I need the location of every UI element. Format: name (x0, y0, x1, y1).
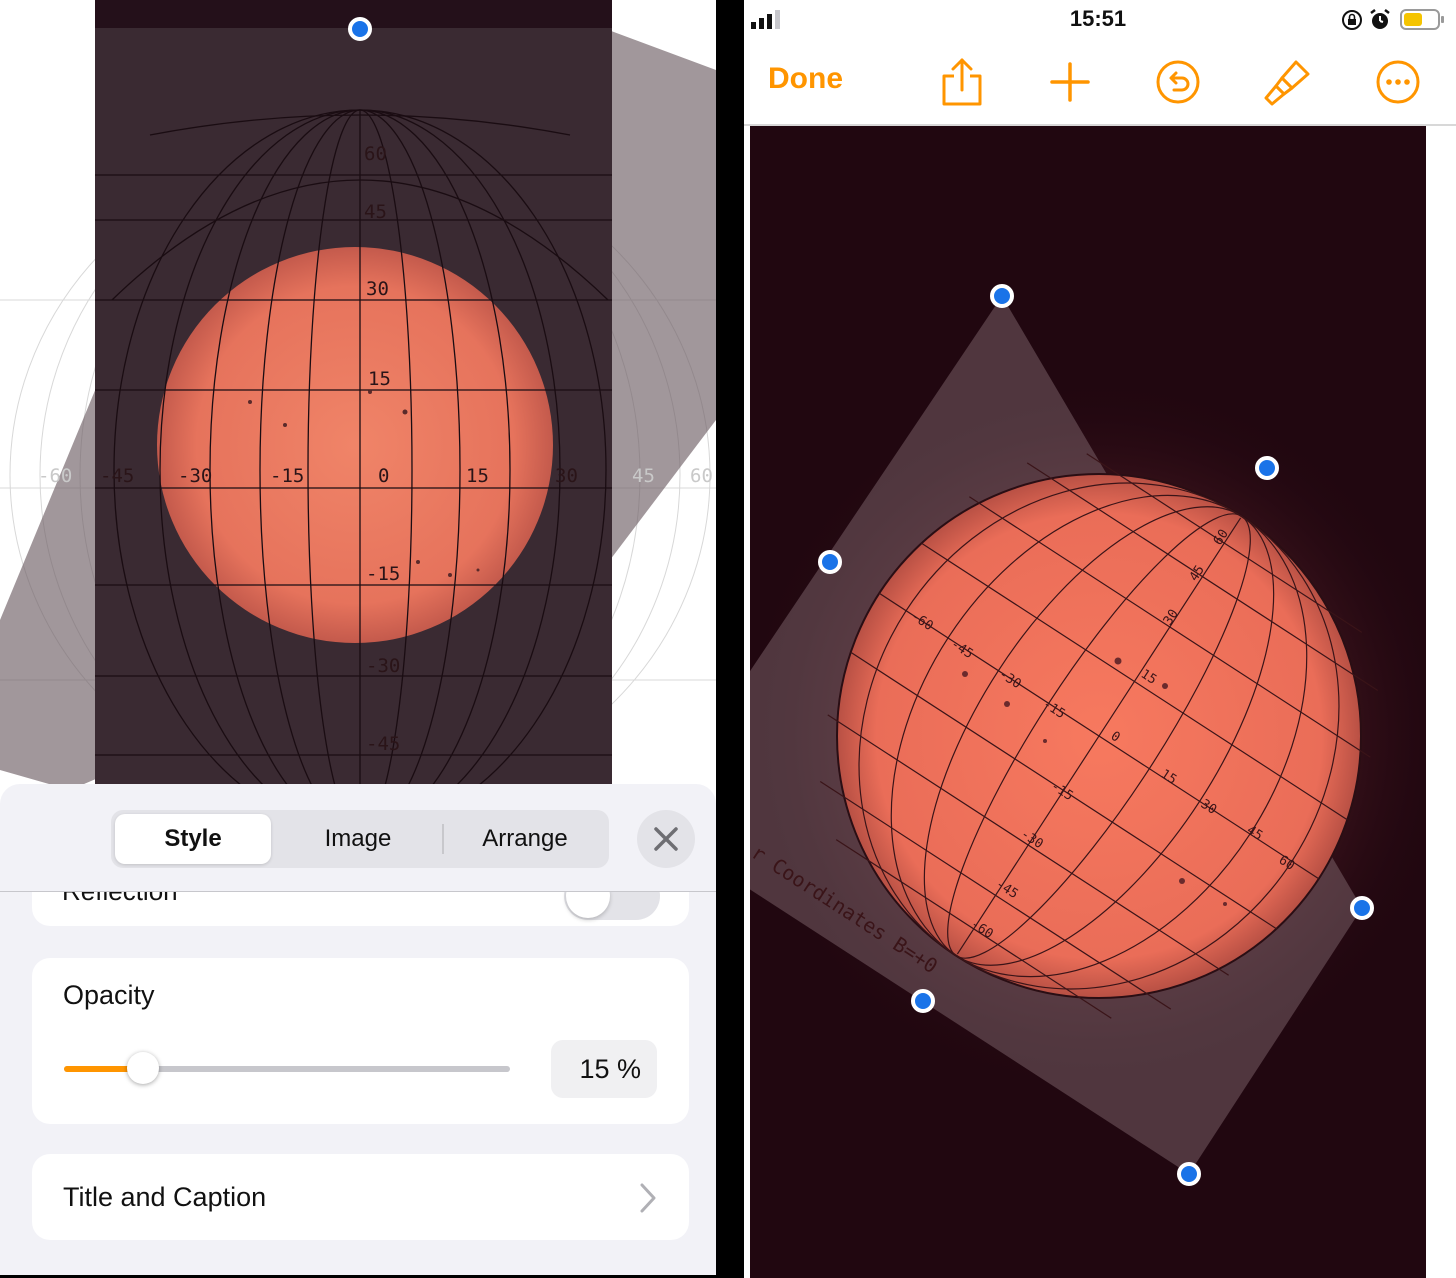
reflection-row: Reflection (32, 892, 689, 926)
resize-handle[interactable] (1177, 1162, 1201, 1186)
chevron-right-icon (640, 1183, 656, 1213)
lon-label: 45 (632, 465, 655, 487)
done-button[interactable]: Done (768, 62, 843, 96)
lon-label: 30 (555, 465, 578, 487)
lon-label: 60 (690, 465, 713, 487)
lat-label: 60 (364, 143, 387, 165)
inspector-tabs: Style Image Arrange (111, 810, 609, 868)
opacity-slider[interactable] (64, 1052, 510, 1084)
lon-label: 15 (466, 465, 489, 487)
reflection-label: Reflection (62, 892, 178, 907)
undo-icon[interactable] (1150, 54, 1206, 110)
alarm-icon (1370, 9, 1390, 29)
lat-label: 45 (364, 201, 387, 223)
lon-label: 0 (378, 465, 389, 487)
format-inspector: Style Image Arrange Reflection Opacity (0, 784, 716, 1278)
title-caption-row[interactable]: Title and Caption (32, 1154, 689, 1240)
left-canvas: 60 45 30 15 -15 -30 -45 -60 -45 -30 -15 … (0, 0, 716, 790)
lon-label: -15 (270, 465, 304, 487)
add-icon[interactable] (1042, 54, 1098, 110)
toggle-knob (566, 892, 610, 918)
lon-label: -30 (178, 465, 212, 487)
opacity-label: Opacity (63, 980, 155, 1010)
tab-style[interactable]: Style (115, 814, 271, 864)
lat-label: -45 (366, 733, 400, 755)
opacity-value-field[interactable]: 15 % (551, 1040, 657, 1098)
resize-handle[interactable] (818, 550, 842, 574)
resize-handle[interactable] (1350, 896, 1374, 920)
battery-icon (1400, 9, 1444, 30)
slider-thumb[interactable] (127, 1052, 159, 1084)
title-caption-label: Title and Caption (63, 1182, 267, 1212)
lat-label: 30 (366, 278, 389, 300)
toolbar: Done (740, 40, 1456, 126)
reflection-toggle[interactable] (564, 892, 660, 920)
rotation-lock-icon (1342, 10, 1362, 30)
resize-handle[interactable] (911, 989, 935, 1013)
opacity-row: Opacity 15 % (32, 958, 689, 1124)
right-editor-panel: 15:51 Done 60 45 30 15 0 -15 -30 -45 -60… (740, 0, 1456, 1278)
more-icon[interactable] (1370, 54, 1426, 110)
lat-label: -15 (366, 563, 400, 585)
lat-label: 15 (368, 368, 391, 390)
tab-arrange[interactable]: Arrange (445, 814, 605, 864)
canvas-drawing: 60 45 30 15 0 -15 -30 -45 -60 15 30 45 6… (750, 126, 1426, 1278)
tab-image[interactable]: Image (275, 814, 441, 864)
resize-handle[interactable] (990, 284, 1014, 308)
share-icon[interactable] (934, 54, 990, 110)
close-button[interactable] (637, 810, 695, 868)
status-bar: 15:51 (740, 0, 1456, 40)
lat-label: -30 (366, 655, 400, 677)
right-canvas: 60 45 30 15 0 -15 -30 -45 -60 15 30 45 6… (750, 126, 1426, 1278)
split-divider (716, 0, 740, 1278)
panel-border (740, 0, 744, 1278)
left-editor-panel: 60 45 30 15 -15 -30 -45 -60 -45 -30 -15 … (0, 0, 716, 1278)
opacity-value: 15 % (579, 1054, 641, 1084)
lon-label: -60 (38, 465, 72, 487)
resize-handle[interactable] (1255, 456, 1279, 480)
lon-label: -45 (100, 465, 134, 487)
resize-handle[interactable] (348, 17, 372, 41)
format-brush-icon[interactable] (1260, 54, 1316, 110)
close-icon (654, 827, 678, 851)
